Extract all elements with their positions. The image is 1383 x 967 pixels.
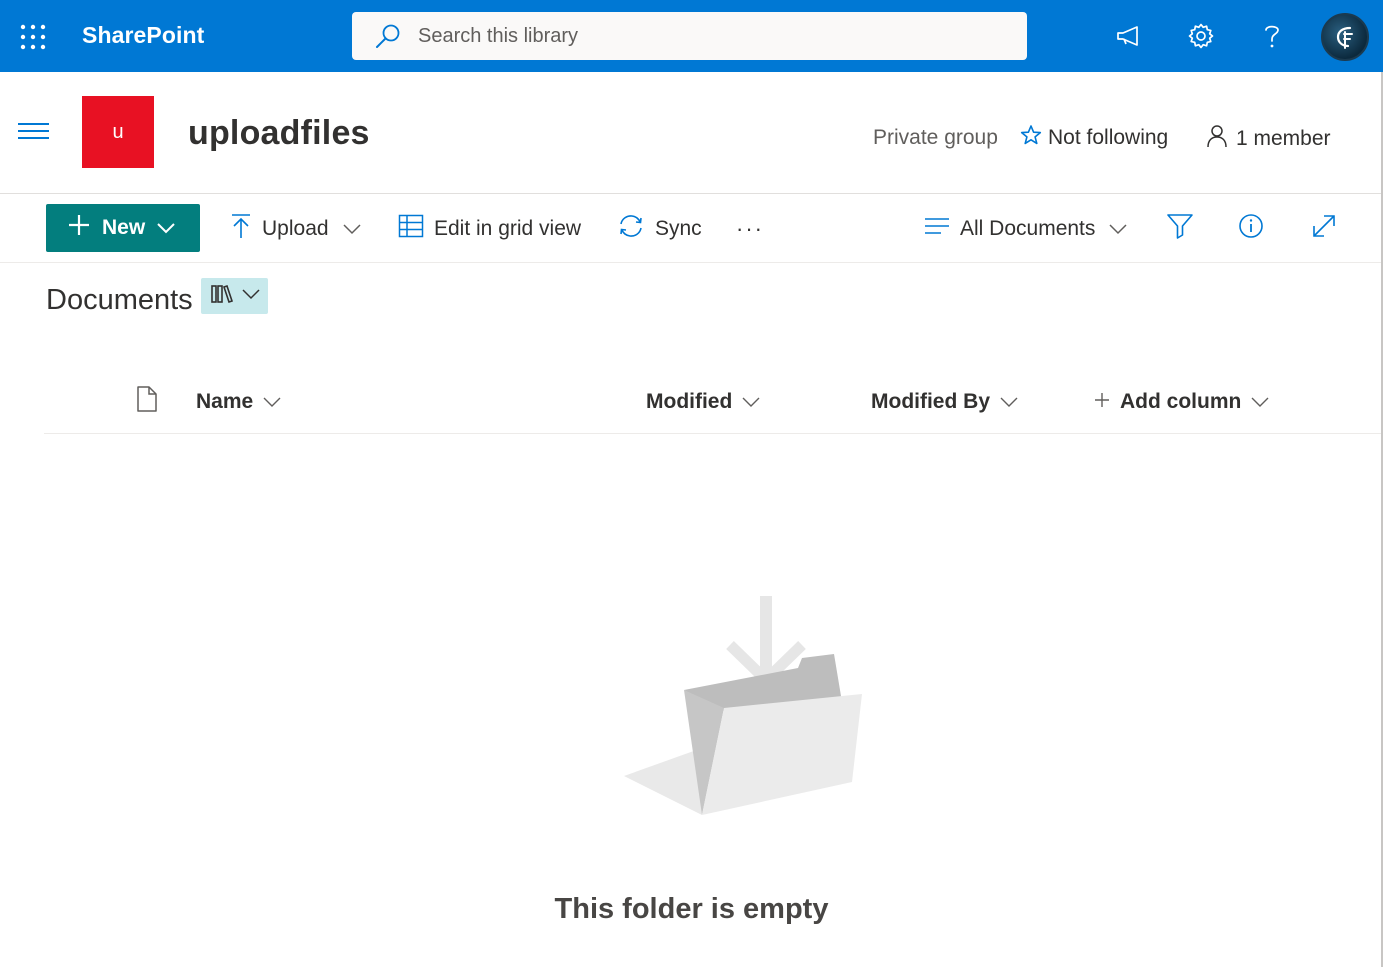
megaphone-icon[interactable] (1109, 16, 1149, 56)
new-label: New (102, 216, 146, 239)
library-title[interactable]: Documents (46, 284, 193, 317)
upload-icon (230, 213, 252, 245)
search-box[interactable] (352, 12, 1027, 60)
grid-table-icon (398, 214, 424, 244)
sync-icon (617, 213, 645, 245)
members-label: 1 member (1236, 127, 1331, 150)
chevron-down-icon (1109, 217, 1127, 241)
chevron-down-icon (1251, 390, 1269, 414)
chevron-down-icon (157, 216, 175, 240)
sync-label: Sync (655, 217, 702, 240)
modified-by-column-header[interactable]: Modified By (871, 386, 1018, 418)
edit-grid-view-button[interactable]: Edit in grid view (398, 208, 581, 250)
navigation-menu-icon[interactable] (18, 118, 52, 148)
edit-grid-view-label: Edit in grid view (434, 217, 582, 240)
settings-gear-icon[interactable] (1181, 16, 1221, 56)
app-name[interactable]: SharePoint (82, 22, 204, 49)
upload-button[interactable]: Upload (230, 208, 361, 250)
filter-button[interactable] (1166, 208, 1194, 250)
filter-funnel-icon (1166, 213, 1194, 245)
library-view-switch[interactable] (201, 278, 268, 314)
column-header-divider (44, 433, 1383, 434)
view-selector[interactable]: All Documents (924, 208, 1127, 250)
app-launcher-waffle-icon[interactable] (14, 18, 52, 56)
chevron-down-icon (742, 390, 760, 414)
plus-icon (68, 214, 90, 242)
view-list-icon (924, 217, 950, 241)
upload-label: Upload (262, 217, 329, 240)
command-bar-divider (0, 262, 1383, 263)
modified-by-column-label: Modified By (871, 390, 990, 413)
modified-column-header[interactable]: Modified (646, 386, 760, 418)
suite-bar: SharePoint (0, 0, 1383, 72)
follow-button[interactable]: Not following (1020, 124, 1168, 152)
chevron-down-icon (263, 390, 281, 414)
empty-state-message: This folder is empty (554, 893, 829, 925)
site-title[interactable]: uploadfiles (188, 114, 370, 153)
person-icon (1206, 124, 1228, 154)
name-column-label: Name (196, 390, 254, 413)
help-icon[interactable] (1252, 16, 1292, 56)
file-type-column-header[interactable] (135, 386, 159, 418)
sync-button[interactable]: Sync (617, 208, 702, 250)
site-logo-letter: u (112, 120, 124, 143)
modified-column-label: Modified (646, 390, 733, 413)
search-input[interactable] (418, 21, 998, 51)
star-icon (1020, 124, 1042, 152)
chevron-down-icon (1000, 390, 1018, 414)
empty-folder-illustration (620, 590, 870, 820)
name-column-header[interactable]: Name (196, 386, 281, 418)
info-icon (1238, 213, 1264, 245)
chevron-down-icon (241, 287, 260, 305)
library-books-icon (210, 284, 234, 309)
search-icon (374, 23, 402, 56)
follow-label: Not following (1048, 126, 1169, 149)
add-column-header[interactable]: Add column (1094, 386, 1269, 418)
more-ellipsis-icon: ··· (736, 216, 764, 241)
header-divider (0, 193, 1383, 194)
add-column-label: Add column (1120, 390, 1242, 413)
view-label: All Documents (960, 217, 1096, 240)
user-avatar[interactable] (1321, 13, 1369, 61)
expand-diagonal-icon (1310, 212, 1338, 246)
details-pane-button[interactable] (1238, 208, 1264, 250)
fullscreen-button[interactable] (1310, 208, 1338, 250)
members-button[interactable]: 1 member (1206, 124, 1331, 154)
new-button[interactable]: New (46, 204, 200, 252)
site-logo[interactable]: u (82, 96, 154, 168)
more-actions-button[interactable]: ··· (736, 208, 764, 250)
chevron-down-icon (343, 217, 361, 241)
plus-icon (1094, 390, 1110, 414)
privacy-label: Private group (873, 126, 998, 149)
document-file-icon (135, 385, 159, 419)
